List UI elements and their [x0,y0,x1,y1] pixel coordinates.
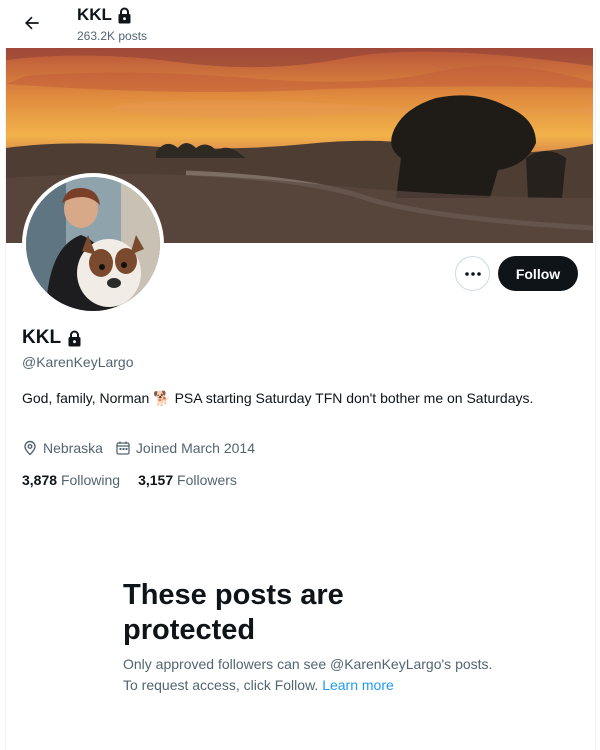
arrow-left-icon [25,16,39,30]
following-link[interactable]: 3,878 Following [22,472,120,488]
location-pin-icon [24,440,36,456]
followers-link[interactable]: 3,157 Followers [138,472,237,488]
dog-emoji: 🐕 [153,390,171,406]
profile-name: KKL [22,327,82,349]
profile-bio: God, family, Norman 🐕 PSA starting Satur… [22,389,542,408]
location-text: Nebraska [43,440,103,456]
joined-text: Joined March 2014 [135,440,255,456]
profile-header-bar: KKL 263.2K posts [0,0,600,48]
protected-message: Only approved followers can see @KarenKe… [123,654,493,696]
protected-text: Only approved followers can see @KarenKe… [123,656,493,693]
profile-avatar[interactable] [22,173,164,315]
header-post-count: 263.2K posts [77,29,148,43]
more-dots-icon [464,271,481,276]
followers-label: Followers [177,472,237,488]
joined-item: Joined March 2014 [115,440,255,456]
header-title: KKL [77,5,132,25]
lock-icon [68,330,81,346]
profile-meta: Nebraska Joined March 2014 [22,440,267,456]
bio-text-end: PSA starting Saturday TFN don't bother m… [174,390,534,406]
protected-title: These posts are protected [123,579,344,646]
following-count: 3,878 [22,472,58,488]
bio-text-start: God, family, Norman [22,390,150,406]
follow-counts: 3,878 Following 3,157 Followers [22,472,237,488]
learn-more-link[interactable]: Learn more [322,677,394,693]
following-label: Following [60,472,121,488]
more-options-button[interactable] [455,256,490,291]
profile-handle: @KarenKeyLargo [22,354,134,370]
lock-icon [118,7,131,23]
calendar-icon [116,441,130,455]
follow-button[interactable]: Follow [498,256,578,291]
header-name: KKL [77,5,112,24]
display-name: KKL [22,327,62,348]
back-button[interactable] [19,10,45,36]
followers-count: 3,157 [138,472,174,488]
location-item: Nebraska [22,440,103,456]
